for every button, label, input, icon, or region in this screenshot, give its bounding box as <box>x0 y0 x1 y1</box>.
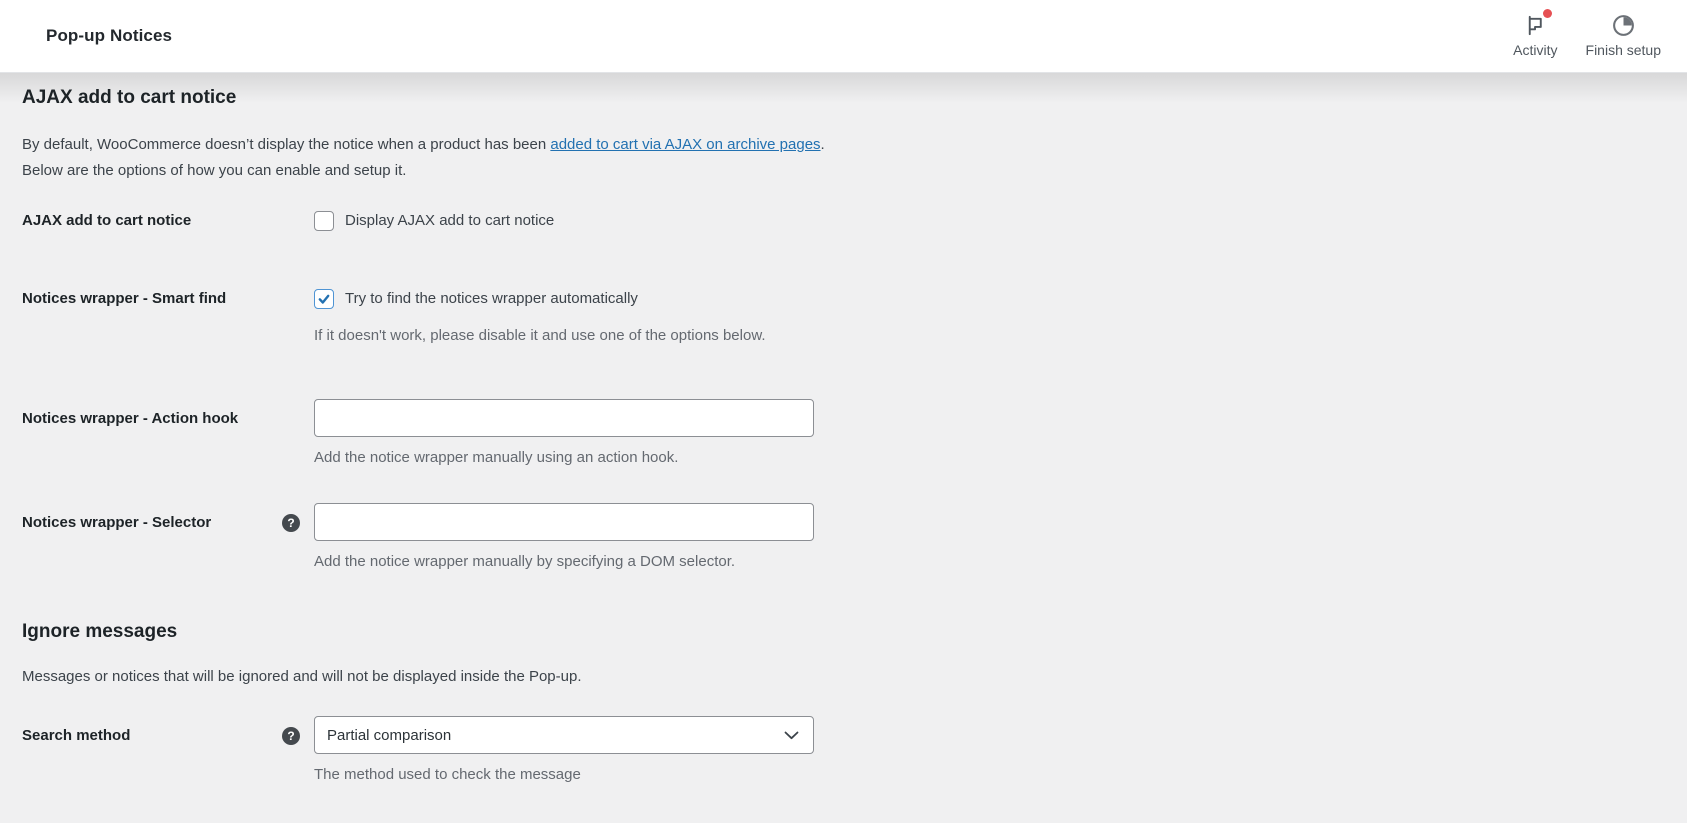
display-ajax-notice-option[interactable]: Display AJAX add to cart notice <box>314 210 554 232</box>
smart-find-checkbox[interactable] <box>314 289 334 309</box>
action-hook-help-text: Add the notice wrapper manually using an… <box>314 449 679 466</box>
selector-help-text: Add the notice wrapper manually by speci… <box>314 553 736 570</box>
search-method-selected-value: Partial comparison <box>327 726 452 744</box>
ignore-messages-description: Messages or notices that will be ignored… <box>22 668 582 685</box>
finish-setup-label: Finish setup <box>1585 42 1661 58</box>
display-ajax-notice-checkbox[interactable] <box>314 211 334 231</box>
intro-line-2: Below are the options of how you can ena… <box>22 162 407 179</box>
setting-row-smart-find: Notices wrapper - Smart find Try to find… <box>22 288 1665 349</box>
ajax-archive-pages-link[interactable]: added to cart via AJAX on archive pages <box>550 136 820 153</box>
action-hook-label: Notices wrapper - Action hook <box>22 410 239 427</box>
header-actions: Activity Finish setup <box>1499 0 1675 72</box>
setting-row-selector: Notices wrapper - Selector ? Add the not… <box>22 503 1665 575</box>
ajax-notice-label: AJAX add to cart notice <box>22 212 192 229</box>
search-method-help-text: The method used to check the message <box>314 766 581 783</box>
setting-row-search-method: Search method ? Partial comparison The m… <box>22 716 1665 788</box>
search-method-label: Search method <box>22 727 131 744</box>
smart-find-label: Notices wrapper - Smart find <box>22 290 227 307</box>
unread-badge-dot <box>1543 9 1553 18</box>
smart-find-help-text: If it doesn't work, please disable it an… <box>314 327 766 344</box>
help-slot: ? <box>280 503 314 532</box>
display-ajax-notice-checkbox-label[interactable]: Display AJAX add to cart notice <box>345 210 554 232</box>
help-icon[interactable]: ? <box>282 514 300 532</box>
action-hook-input[interactable] <box>314 399 814 437</box>
section-heading-ignore-messages: Ignore messages <box>22 621 178 642</box>
smart-find-checkbox-label[interactable]: Try to find the notices wrapper automati… <box>345 288 638 310</box>
help-slot: ? <box>280 716 314 745</box>
header-bar: Pop-up Notices Activity Finish setup <box>0 0 1687 73</box>
intro-line-1: By default, WooCommerce doesn’t display … <box>22 136 825 153</box>
help-icon-glyph: ? <box>287 729 295 743</box>
finish-setup-button[interactable]: Finish setup <box>1572 0 1675 72</box>
setting-row-ajax-notice: AJAX add to cart notice Display AJAX add… <box>22 210 1665 236</box>
activity-flag-icon <box>1522 9 1553 38</box>
help-icon-glyph: ? <box>287 516 295 530</box>
popup-notices-settings-page: Pop-up Notices Activity Finish setup AJA… <box>0 0 1687 823</box>
chevron-down-icon <box>784 731 799 739</box>
smart-find-option[interactable]: Try to find the notices wrapper automati… <box>314 288 638 310</box>
help-slot <box>280 399 314 410</box>
activity-label: Activity <box>1513 42 1558 58</box>
section-intro: By default, WooCommerce doesn’t display … <box>22 132 1665 184</box>
setting-row-action-hook: Notices wrapper - Action hook Add the no… <box>22 399 1665 471</box>
help-icon[interactable]: ? <box>282 727 300 745</box>
page-title: Pop-up Notices <box>46 26 173 45</box>
activity-button[interactable]: Activity <box>1499 0 1571 72</box>
selector-label: Notices wrapper - Selector <box>22 514 212 531</box>
settings-content: AJAX add to cart notice By default, WooC… <box>0 73 1687 823</box>
search-method-select[interactable]: Partial comparison <box>314 716 814 754</box>
selector-input[interactable] <box>314 503 814 541</box>
setup-progress-icon <box>1610 12 1636 38</box>
section-heading-ajax: AJAX add to cart notice <box>22 87 237 108</box>
